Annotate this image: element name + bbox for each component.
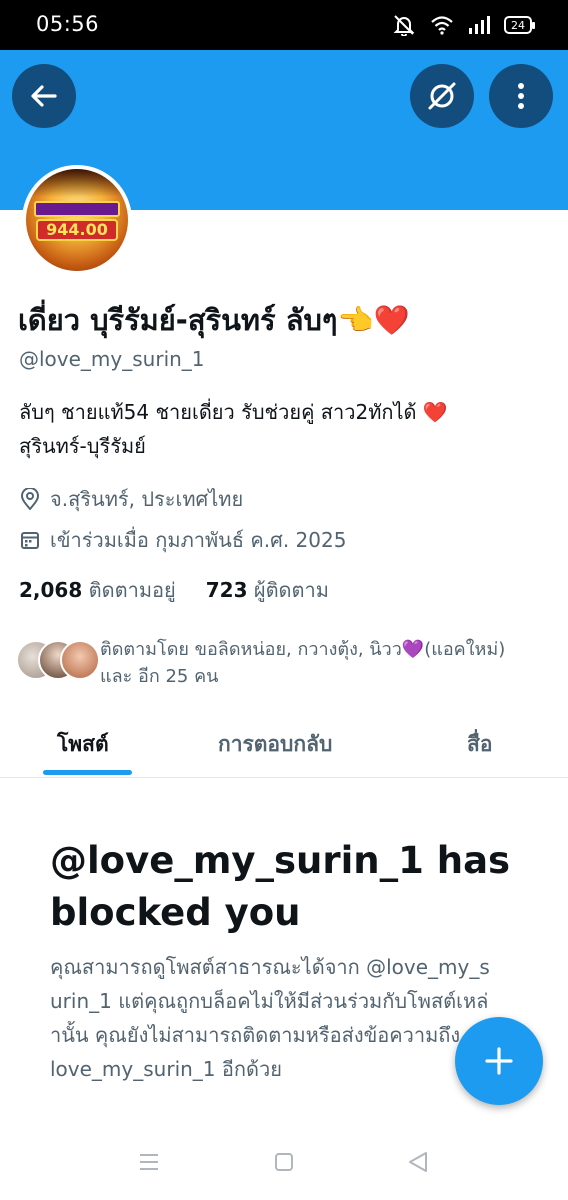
follower-avatars [16,640,100,684]
calendar-icon [21,532,39,549]
profile-tabs: โพสต์ การตอบกลับ สื่อ [0,708,568,778]
joined-text: เข้าร่วมเมื่อ กุมภาพันธ์ ค.ศ. 2025 [50,528,347,552]
compose-button[interactable] [455,1017,543,1105]
bio-line: ลับๆ ชายแท้54 ชายเดี่ยว รับช่วยคู่ สาว2ท… [19,400,448,424]
followed-by-line: ติดตามโดย ขอลิดหน่อย, กวางตุ้ง, นิวว💜(แอ… [100,639,506,660]
avatar-amount: 944.00 [36,219,118,241]
active-tab-indicator [43,770,132,775]
grok-icon [428,82,456,110]
recent-apps-icon[interactable] [137,1150,161,1174]
back-button[interactable] [12,64,76,128]
followers-label: ผู้ติดตาม [253,578,329,602]
more-vertical-icon [518,83,524,109]
followed-by-line: และ อีก 25 คน [100,666,219,687]
home-icon[interactable] [272,1150,296,1174]
blocked-title: @love_my_surin_1 has blocked you [50,839,511,934]
more-options-button[interactable] [489,64,553,128]
plus-icon [485,1047,513,1075]
signal-icon [469,16,490,34]
status-time: 05:56 [36,12,100,36]
location-pin-icon [20,488,40,510]
follow-stats: 2,068 ติดตามอยู่ 723 ผู้ติดตาม [19,574,329,606]
wifi-icon [431,16,453,35]
followers-link[interactable]: 723 ผู้ติดตาม [206,574,329,606]
mute-bell-icon [393,15,415,36]
blocked-message: คุณสามารถดูโพสต์สาธารณะได้จาก @love_my_s… [50,955,490,1081]
bio-line: สุรินทร์-บุรีรัมย์ [19,434,146,458]
arrow-left-icon [31,85,57,107]
avatar-image: 944.00 [26,169,128,271]
location-row: จ.สุรินทร์, ประเทศไทย [20,483,243,515]
status-bar: 05:56 24 [0,0,568,50]
followed-by[interactable]: ติดตามโดย ขอลิดหน่อย, กวางตุ้ง, นิวว💜(แอ… [16,636,556,690]
joined-row: เข้าร่วมเมื่อ กุมภาพันธ์ ค.ศ. 2025 [20,524,346,556]
followers-count: 723 [205,578,248,602]
location-text: จ.สุรินทร์, ประเทศไทย [50,487,244,511]
profile-avatar[interactable]: 944.00 [22,165,132,275]
following-count: 2,068 [19,578,83,602]
profile-handle: @love_my_surin_1 [19,347,205,371]
display-name: เดี่ยว บุรีรัมย์-สุรินทร์ ลับๆ👈❤️ [18,303,410,337]
avatar [60,640,100,680]
system-nav-bar [0,1130,568,1200]
tab-media[interactable]: สื่อ [467,728,492,761]
profile-bio: ลับๆ ชายแท้54 ชายเดี่ยว รับช่วยคู่ สาว2ท… [19,395,539,463]
back-icon[interactable] [406,1150,430,1174]
following-link[interactable]: 2,068 ติดตามอยู่ [19,574,176,606]
battery-icon: 24 [504,16,535,34]
grok-button[interactable] [410,64,474,128]
tab-posts[interactable]: โพสต์ [57,728,109,761]
status-icons: 24 [392,14,535,36]
tab-replies[interactable]: การตอบกลับ [218,728,332,761]
following-label: ติดตามอยู่ [88,578,176,602]
followed-by-text: ติดตามโดย ขอลิดหน่อย, กวางตุ้ง, นิวว💜(แอ… [94,636,505,690]
